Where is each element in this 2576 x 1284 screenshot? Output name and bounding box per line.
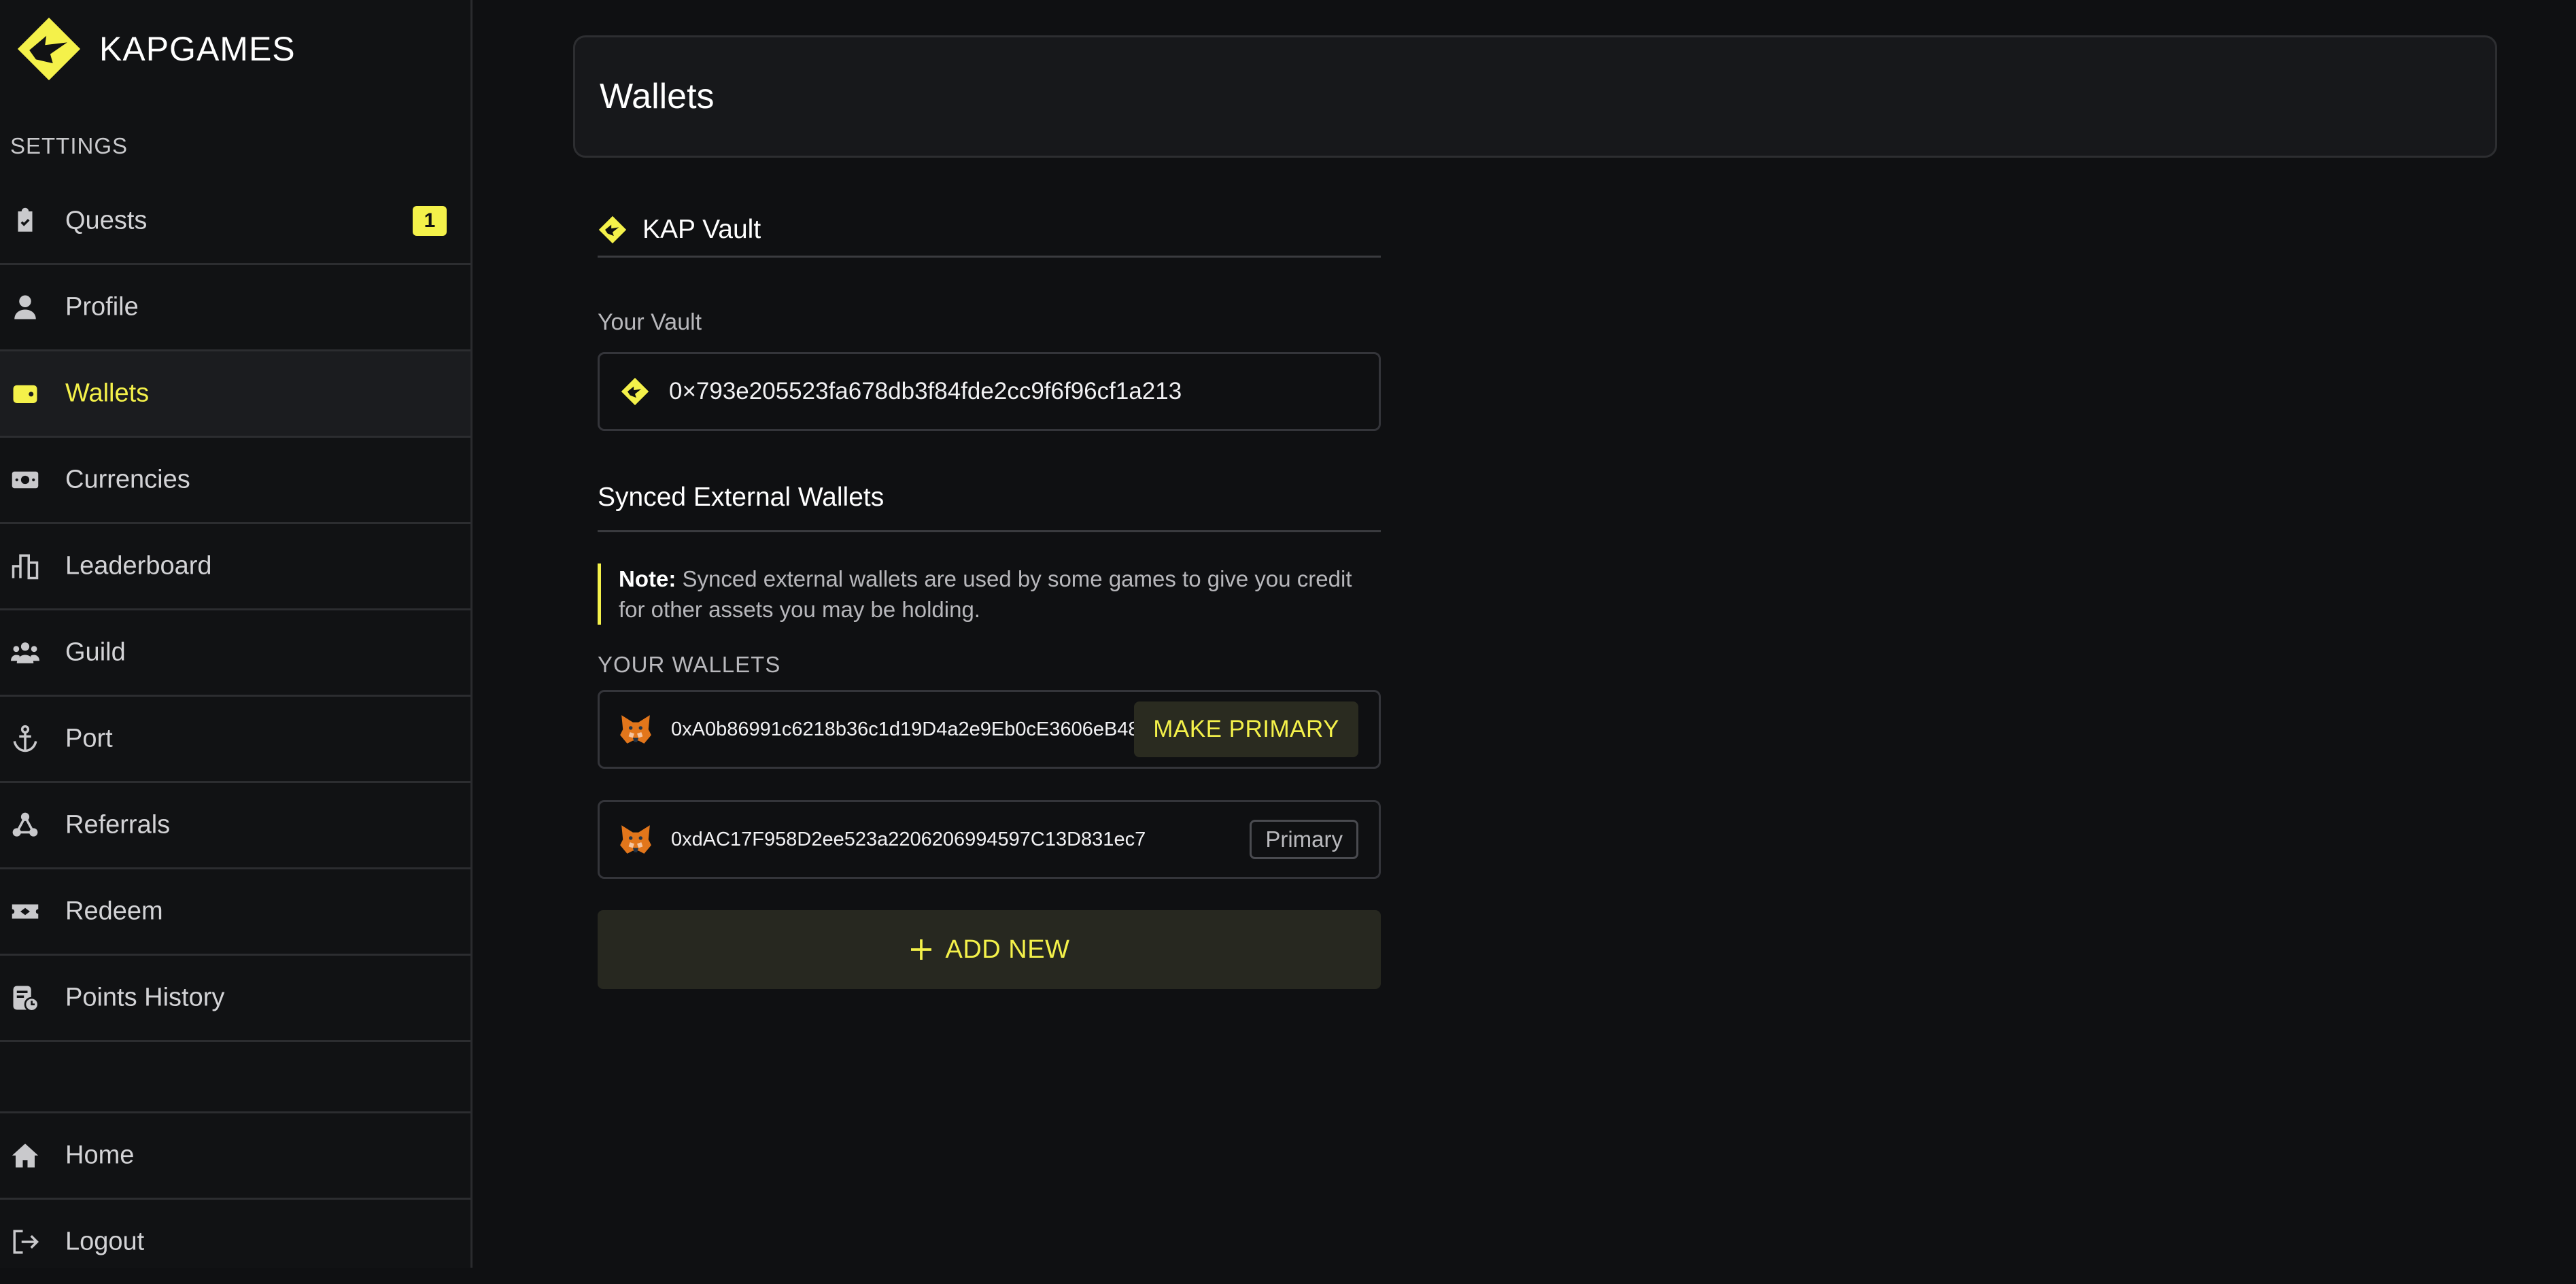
sidebar-item-home[interactable]: Home (0, 1113, 470, 1198)
sidebar-item-redeem[interactable]: Redeem (0, 869, 470, 956)
sidebar-nav: Quests 1 Profile Wallets Currencies Lead… (0, 179, 470, 1042)
sidebar-item-profile[interactable]: Profile (0, 265, 470, 351)
logout-icon (13, 1230, 39, 1254)
synced-wallets-note: Note: Synced external wallets are used b… (598, 563, 1381, 625)
sidebar-item-quests[interactable]: Quests 1 (0, 179, 470, 265)
sidebar-item-label: Port (65, 724, 113, 753)
bar-chart-icon (12, 554, 39, 580)
vault-address: 0×793e205523fa678db3f84fde2cc9f6f96cf1a2… (669, 378, 1182, 404)
sidebar-item-label: Currencies (65, 465, 190, 494)
settings-section-label: SETTINGS (10, 133, 128, 158)
metamask-fox-icon (620, 715, 651, 744)
sidebar-item-wallets[interactable]: Wallets (0, 351, 470, 438)
brand[interactable]: KAPGAMES (16, 16, 296, 82)
kap-diamond-icon (598, 215, 627, 244)
sidebar-item-label: Quests (65, 206, 148, 235)
wallets-content: KAP Vault Your Vault 0×793e205523fa678db… (598, 204, 1381, 989)
sidebar-item-logout[interactable]: Logout (0, 1198, 470, 1284)
page-title: Wallets (600, 77, 715, 116)
sidebar-item-label: Logout (65, 1227, 145, 1256)
wallet-row: 0xdAC17F958D2ee523a2206206994597C13D831e… (598, 800, 1381, 879)
sidebar-item-points-history[interactable]: Points History (0, 956, 470, 1042)
history-icon (13, 986, 39, 1012)
note-text: Synced external wallets are used by some… (619, 566, 1352, 622)
kapgames-logo-icon (17, 17, 81, 81)
ticket-icon (12, 904, 39, 919)
anchor-icon (13, 725, 37, 752)
kap-vault-section-header: KAP Vault (598, 204, 1381, 258)
sidebar-item-guild[interactable]: Guild (0, 610, 470, 697)
sidebar-item-label: Wallets (65, 379, 150, 408)
page-header: Wallets (573, 35, 2497, 158)
sidebar-item-label: Points History (65, 983, 225, 1012)
sidebar-item-port[interactable]: Port (0, 697, 470, 783)
sidebar-item-label: Profile (65, 292, 139, 322)
sidebar-item-currencies[interactable]: Currencies (0, 438, 470, 524)
sidebar-item-referrals[interactable]: Referrals (0, 783, 470, 869)
sidebar: KAPGAMES SETTINGS Quests 1 Profile Walle… (0, 0, 473, 1268)
sidebar-item-label: Home (65, 1141, 135, 1170)
make-primary-button[interactable]: MAKE PRIMARY (1134, 701, 1358, 757)
synced-wallets-title: Synced External Wallets (598, 483, 1381, 532)
sidebar-item-label: Leaderboard (65, 551, 212, 580)
add-new-label: ADD NEW (945, 935, 1070, 964)
metamask-fox-icon (620, 825, 651, 854)
sidebar-item-leaderboard[interactable]: Leaderboard (0, 524, 470, 610)
quests-count-badge: 1 (413, 206, 447, 236)
clipboard-check-icon (18, 207, 33, 232)
plus-icon (910, 939, 931, 960)
brand-name: KAPGAMES (99, 30, 296, 68)
sidebar-bottom-nav: Home Logout (0, 1111, 470, 1284)
user-icon (14, 295, 36, 319)
primary-status-badge: Primary (1250, 820, 1358, 859)
kap-vault-title: KAP Vault (642, 215, 761, 244)
vault-address-field[interactable]: 0×793e205523fa678db3f84fde2cc9f6f96cf1a2… (598, 352, 1381, 431)
your-vault-label: Your Vault (598, 309, 702, 335)
your-wallets-label: YOUR WALLETS (598, 652, 781, 677)
add-new-wallet-button[interactable]: ADD NEW (598, 910, 1381, 989)
home-icon (12, 1143, 39, 1168)
wallet-address: 0xA0b86991c6218b36c1d19D4a2e9Eb0cE3606eB… (671, 718, 1139, 740)
sidebar-item-label: Redeem (65, 897, 163, 926)
sidebar-item-label: Referrals (65, 810, 171, 839)
note-label: Note: (619, 566, 676, 591)
sidebar-item-label: Guild (65, 638, 126, 667)
wallet-address: 0xdAC17F958D2ee523a2206206994597C13D831e… (671, 828, 1146, 850)
kap-diamond-icon (621, 377, 649, 406)
money-icon (12, 471, 39, 489)
users-icon (11, 642, 39, 663)
wallet-row: 0xA0b86991c6218b36c1d19D4a2e9Eb0cE3606eB… (598, 690, 1381, 769)
share-nodes-icon (12, 812, 38, 837)
wallet-icon (13, 385, 37, 403)
